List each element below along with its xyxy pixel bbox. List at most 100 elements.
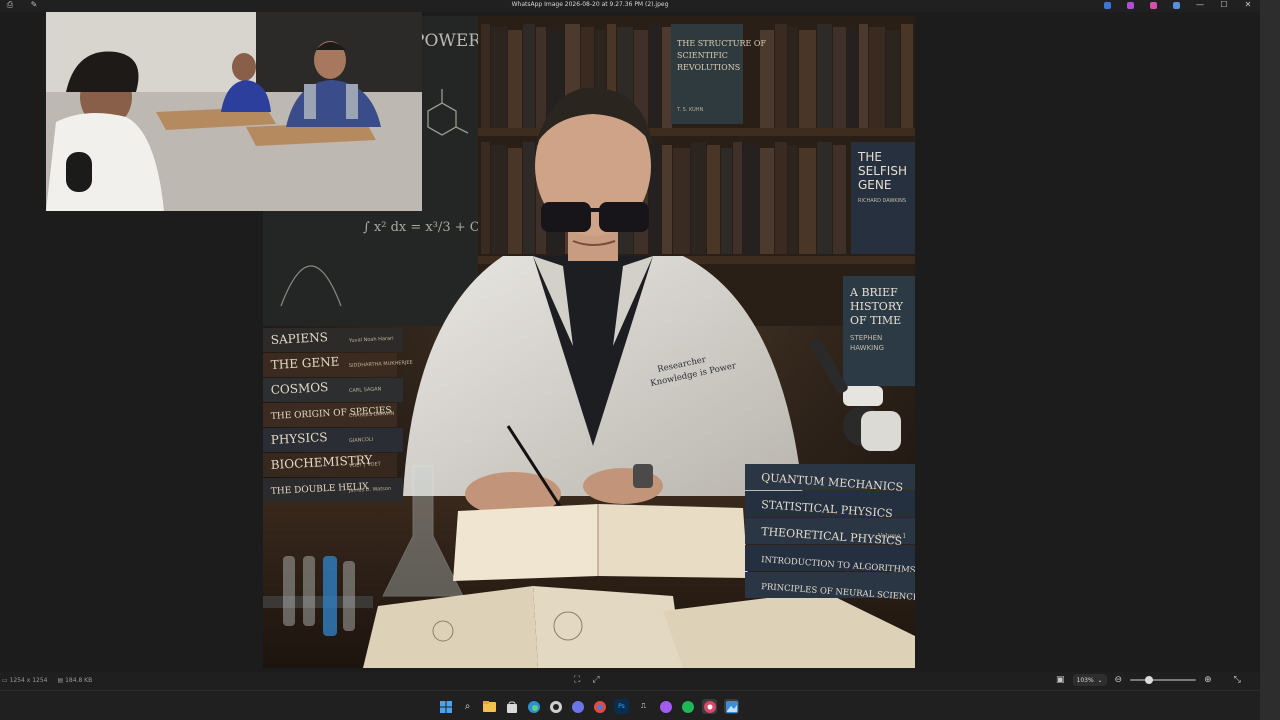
shelf-book-spine [481,24,490,128]
file-size: ▤ 184.8 KB [57,677,93,684]
shelf-book-spine [491,145,507,254]
app-icon-2[interactable] [1127,1,1134,9]
left-book-stack: SAPIENS Yuval Noah HarariTHE GENE SIDDHART… [263,328,413,502]
shelf-book-spine [662,145,672,254]
shelf-book-spine [817,24,832,128]
left-stack-book-title: PHYSICS [270,430,327,447]
shelf-book-spine [523,24,535,128]
zoom-dropdown[interactable]: 103% ⌄ [1072,674,1107,686]
webcam-overlay [46,12,422,211]
left-stack-book-author: GIANCOLI [349,437,373,444]
shelf-book-spine [799,148,816,254]
zoom-in-icon[interactable]: ⊕ [1204,674,1212,686]
shelf-book-spine [799,30,816,128]
maximize-button[interactable]: ☐ [1212,0,1236,10]
shelf-book-title: THE STRUCTURE OF [677,39,766,48]
fit-to-window-icon[interactable]: ⛶ [574,675,580,685]
discord-icon[interactable] [570,699,585,714]
shelf-book-spine [869,27,885,128]
close-button[interactable]: ✕ [1236,0,1260,10]
image-dimensions: ▭ 1254 x 1254 [2,677,48,684]
fullscreen-icon[interactable]: ⤡ [1234,674,1241,686]
shelf-book-author: RICHARD DAWKINS [858,198,906,204]
shelf-book-spine [662,27,672,128]
shelf-book-title: A BRIEF [849,286,898,299]
search-icon[interactable]: ⌕ [460,699,475,714]
shelf-book-spine [788,145,798,254]
shelf-book-spine [721,148,732,254]
shelf-book-spine [760,148,774,254]
shelf-book-title-2: SCIENTIFIC [677,51,728,60]
obs-icon[interactable] [702,699,717,714]
github-icon[interactable] [548,699,563,714]
image-canvas[interactable]: POWER ∫ x² dx = x³/3 + C THE STRUCTURE O… [0,12,1260,672]
spotify-icon[interactable] [680,699,695,714]
background-edge [1260,0,1280,720]
shelf-book-spine [481,142,490,254]
edge-icon[interactable] [526,699,541,714]
shelf-book-spine [859,24,868,128]
photos-app-icon[interactable] [724,699,739,714]
shelf-book-spine [649,24,661,128]
shelf-book-spine [691,142,706,254]
shelf-book-spine [788,27,798,128]
shelf-book-spine [491,27,507,128]
start-icon[interactable] [438,699,453,714]
cloud-icon[interactable] [1173,1,1180,9]
store-icon[interactable] [504,699,519,714]
right-book-stack: QUANTUM MECHANICSSTATISTICAL PHYSICSTHEO… [745,464,915,603]
shelf-book-spine [847,30,858,128]
photoshop-icon[interactable]: Ps [614,699,629,714]
shelf-book-spine [833,145,846,254]
zoom-slider-thumb[interactable] [1144,676,1153,684]
shelf-book-title-2: HISTORY [850,300,904,313]
shelf-book-spine [523,142,535,254]
shelf-book-title: THE [857,150,882,164]
chevron-down-icon: ⌄ [1097,676,1103,684]
shelf-book-title-3: OF TIME [850,314,901,327]
view-mode-icon[interactable]: ▣ [1056,674,1065,686]
chalkboard-equation: ∫ x² dx = x³/3 + C [363,220,480,235]
shelf-book-spine [817,142,832,254]
app-icon-1[interactable] [1104,1,1111,9]
actual-size-icon[interactable]: ⤢ [592,675,599,685]
chalkboard-heading: POWER [413,31,482,51]
minimize-button[interactable]: — [1188,0,1212,10]
shelf-book-spine [673,148,690,254]
shelf-book-spine [886,30,900,128]
capcut-icon[interactable]: ⎍ [636,699,651,714]
taskbar: ⌕ Ps ⎍ [0,690,1260,720]
shelf-book-spine [775,142,787,254]
open-book-front [363,586,915,668]
right-stack-book-subtitle: Volume 1 [877,533,906,540]
dimensions-icon: ▭ [2,677,8,684]
shelf-book-spine [733,142,742,254]
shelf-book-brief-history: A BRIEF HISTORY OF TIME STEPHEN HAWKING [843,276,915,386]
zoom-slider[interactable] [1130,676,1197,684]
file-size-icon: ▤ [57,677,64,684]
shelf-book-spine [775,24,787,128]
shelf-book-spine [649,142,661,254]
shelf-book-spine [707,145,720,254]
shelf-book-selfish-gene: THE SELFISH GENE RICHARD DAWKINS [851,142,915,254]
window-title: WhatsApp Image 2026-08-20 at 9.27.36 PM … [511,1,669,8]
zoom-value: 103% [1076,676,1094,684]
messenger-icon[interactable] [658,699,673,714]
zoom-out-icon[interactable]: ⊖ [1115,674,1123,686]
shelf-book-spine [901,24,913,128]
shelf-book-title-3: REVOLUTIONS [677,63,740,72]
shelf-book-spine [743,145,759,254]
shelf-book-title-3: GENE [858,178,891,192]
file-explorer-icon[interactable] [482,699,497,714]
title-bar: ⎙ ✎ WhatsApp Image 2026-08-20 at 9.27.36… [0,0,1260,12]
chrome-icon[interactable] [592,699,607,714]
app-icon-3[interactable] [1150,1,1157,9]
shelf-book-author-2: HAWKING [850,344,884,352]
shelf-book-author: STEPHEN [850,334,882,342]
status-bar: ▭ 1254 x 1254 ▤ 184.8 KB ⛶ ⤢ ▣ 103% ⌄ ⊖ … [0,672,1260,690]
shelf-book-title-2: SELFISH [858,164,907,178]
shelf-book-spine [536,27,546,128]
shelf-book-spine [508,30,522,128]
shelf-book-author: T. S. KUHN [676,107,704,113]
shelf-book-spine [833,27,846,128]
